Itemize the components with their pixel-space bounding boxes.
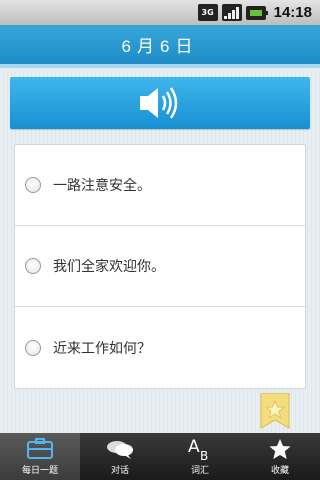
network-3g-icon: 3G [197,4,218,21]
status-bar: 3G 14:18 [0,0,320,25]
answer-options: 一路注意安全。 我们全家欢迎你。 近来工作如何？ [14,144,306,389]
option-label: 一路注意安全。 [53,178,151,194]
option-label: 近来工作如何？ [53,340,151,357]
nav-vocabulary[interactable]: A B 词汇 [160,433,240,480]
daily-icon [27,438,53,459]
radio-button[interactable] [25,339,41,356]
favorite-bookmark-button[interactable] [260,392,290,429]
nav-label: 收藏 [270,466,289,476]
star-icon [269,439,291,459]
nav-favorites[interactable]: 收藏 [240,433,320,480]
play-audio-button[interactable] [10,77,310,129]
status-clock: 14:18 [273,4,312,21]
nav-dialogue[interactable]: 对话 [80,433,160,480]
bottom-navigation: 每日一题 对话 A B 词汇 收藏 [0,433,320,480]
radio-button[interactable] [25,258,41,274]
speaker-icon [140,87,178,119]
signal-icon [221,4,242,21]
nav-label: 对话 [110,466,129,476]
chat-icon [107,441,133,459]
radio-button[interactable] [25,177,41,193]
option-label: 我们全家欢迎你。 [53,259,165,275]
network-type: 3G [201,8,214,17]
nav-label: 词汇 [190,466,209,476]
battery-icon [245,4,268,21]
svg-text:B: B [200,449,208,461]
title-bar: 6月6日 [0,25,320,68]
page-title: 6月6日 [121,37,199,56]
svg-text:A: A [188,437,200,457]
nav-label: 每日一题 [21,466,58,476]
answer-option-3[interactable]: 近来工作如何？ [15,307,305,388]
star-bookmark-icon [260,392,290,429]
answer-option-1[interactable]: 一路注意安全。 [15,145,305,226]
vocab-icon: A B [188,437,208,461]
answer-option-2[interactable]: 我们全家欢迎你。 [15,226,305,307]
nav-daily[interactable]: 每日一题 [0,433,80,480]
